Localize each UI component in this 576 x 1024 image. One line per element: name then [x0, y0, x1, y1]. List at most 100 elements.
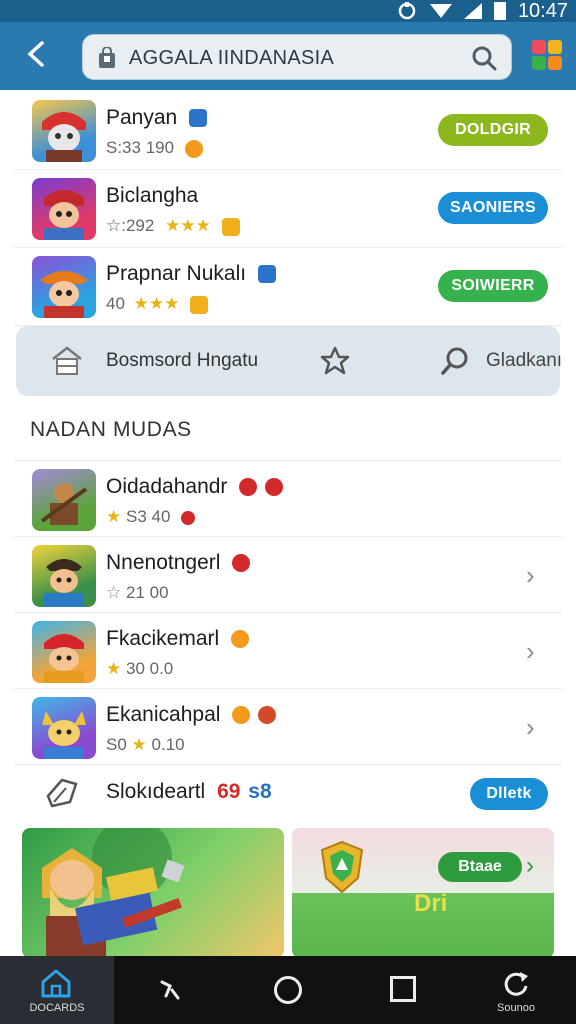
back-arrow-icon — [27, 41, 44, 67]
character-icon — [44, 190, 84, 240]
alert-badge-icon — [239, 478, 258, 497]
nav-back-icon[interactable] — [158, 976, 184, 1002]
coin-badge-icon — [232, 706, 251, 725]
tab-home-label: DOCARDS — [29, 1002, 85, 1014]
star-icon[interactable] — [320, 346, 350, 376]
home-icon — [41, 969, 71, 998]
app-thumbnail — [32, 178, 96, 240]
tab-home[interactable]: DOCARDS — [0, 956, 114, 1024]
alert-badge-icon — [181, 510, 196, 525]
app-rating: S3 40 — [125, 507, 171, 526]
character-icon — [44, 634, 84, 683]
back-button[interactable] — [18, 36, 54, 72]
emoji-badge-icon — [184, 139, 203, 158]
status-bar: 10:47 — [0, 0, 576, 22]
app-logo-icon[interactable] — [530, 38, 564, 72]
app-thumbnail — [32, 545, 96, 607]
status-icons: 10:47 — [396, 0, 568, 22]
alert-badge-icon — [258, 706, 277, 725]
list-item[interactable]: Nnenotngerl ☆ 21 00 › — [14, 537, 562, 613]
app-title: Prapnar Nukalı — [106, 262, 247, 285]
nav-right-label: Sounoo — [497, 1002, 535, 1014]
verified-icon — [257, 265, 276, 284]
battery-icon — [493, 2, 506, 20]
character-icon — [44, 559, 84, 607]
search-field[interactable]: AGGALA IINDANASIA — [82, 34, 512, 80]
star-icon: ★ — [106, 659, 122, 678]
app-title: Oidadahandr — [106, 475, 228, 498]
list-item[interactable]: Ekanicahpal S0 ★ 0.10 › — [14, 689, 562, 765]
promo-row[interactable]: Slokıdeartl 69 s8 Dlletk — [14, 764, 562, 820]
app-bar: AGGALA IINDANASIA — [0, 22, 576, 112]
app-action-button[interactable]: DOLDGIR — [438, 114, 548, 146]
chevron-right-icon[interactable]: › — [526, 638, 542, 664]
verified-icon — [189, 109, 208, 128]
app-action-button[interactable]: SOIWIERR — [438, 270, 548, 302]
search-text: AGGALA IINDANASIA — [129, 47, 335, 69]
star-icon: ★ — [106, 507, 122, 526]
app-list: Oidadahandr ★ S3 40 Nnenotngerl ☆ 21 00 — [14, 460, 562, 765]
promo-banner-left[interactable] — [22, 828, 284, 958]
store-icon[interactable] — [50, 344, 84, 378]
app-rating-secondary: 0.10 — [151, 735, 185, 754]
shopping-bag-icon — [99, 47, 115, 68]
app-action-button[interactable]: SAONIERS — [438, 192, 548, 224]
app-title: Panyan — [106, 106, 178, 129]
toolbar-right-label[interactable]: Gladkanı — [486, 350, 562, 372]
emoji-badge-icon — [221, 217, 240, 236]
character-icon — [40, 271, 88, 318]
promo-button[interactable]: Dlletk — [470, 778, 548, 810]
dwarf-warrior-illustration — [42, 828, 185, 958]
chevron-right-icon[interactable]: › — [526, 852, 534, 880]
list-item[interactable]: Fkacikemarl ★ 30 0.0 › — [14, 613, 562, 689]
promo-title: Slokıdeartl — [106, 780, 206, 803]
app-rating: 40 — [106, 294, 125, 313]
character-icon — [42, 112, 86, 162]
tag-icon — [46, 778, 78, 808]
banner-button[interactable]: Btaae — [438, 852, 522, 882]
app-rating: 30 0.0 — [125, 659, 174, 678]
navigation-bar: DOCARDS Sounoo — [0, 956, 576, 1024]
star-outline-icon: ☆ — [106, 583, 122, 602]
nav-home-button[interactable] — [274, 976, 302, 1004]
app-rating: 21 00 — [125, 583, 169, 602]
app-rating: ☆:292 — [106, 216, 155, 235]
rating-stars-icon: ★★★ — [165, 216, 211, 235]
section-title: NADAN MUDAS — [30, 418, 192, 441]
character-icon — [42, 711, 86, 759]
signal-icon — [463, 3, 482, 19]
promo-number: 69 — [217, 780, 241, 803]
character-icon — [40, 483, 88, 525]
search-icon[interactable] — [471, 45, 497, 71]
alert-badge-icon — [232, 554, 251, 573]
app-title: Nnenotngerl — [106, 551, 221, 574]
promo-banner-right[interactable]: Btaae › Dri — [292, 828, 554, 958]
nav-recents-button[interactable] — [390, 976, 416, 1002]
toolbar-label: Bosmsord Hngatu — [106, 350, 259, 371]
app-title: Ekanicahpal — [106, 703, 221, 726]
rating-stars-icon: ★★★ — [133, 294, 180, 313]
list-item[interactable]: Prapnar Nukalı 40 ★★★ SOIWIERR — [14, 248, 562, 326]
list-item[interactable]: Biclangha ☆:292 ★★★ SAONIERS — [14, 170, 562, 248]
app-title: Biclangha — [106, 184, 199, 207]
list-item[interactable]: Oidadahandr ★ S3 40 — [14, 461, 562, 537]
chevron-right-icon[interactable]: › — [526, 562, 542, 588]
refresh-icon[interactable] — [502, 970, 530, 998]
alert-badge-icon — [265, 478, 284, 497]
app-thumbnail — [32, 621, 96, 683]
search-icon[interactable] — [440, 346, 470, 376]
wifi-icon — [429, 4, 452, 18]
app-rating: S0 — [106, 735, 127, 754]
emoji-badge-icon — [190, 295, 209, 314]
coin-badge-icon — [231, 630, 250, 649]
sync-icon — [398, 2, 416, 20]
list-item[interactable]: Panyan S:33 190 DOLDGIR — [14, 92, 562, 170]
banner-text: Dri — [414, 890, 448, 917]
status-time: 10:47 — [517, 0, 568, 22]
star-icon: ★ — [131, 735, 147, 754]
app-thumbnail — [32, 100, 96, 162]
app-rating: S:33 190 — [106, 138, 175, 157]
action-toolbar: Bosmsord Hngatu Gladkanı — [16, 326, 562, 396]
chevron-right-icon[interactable]: › — [526, 714, 542, 740]
shield-icon — [320, 840, 364, 894]
